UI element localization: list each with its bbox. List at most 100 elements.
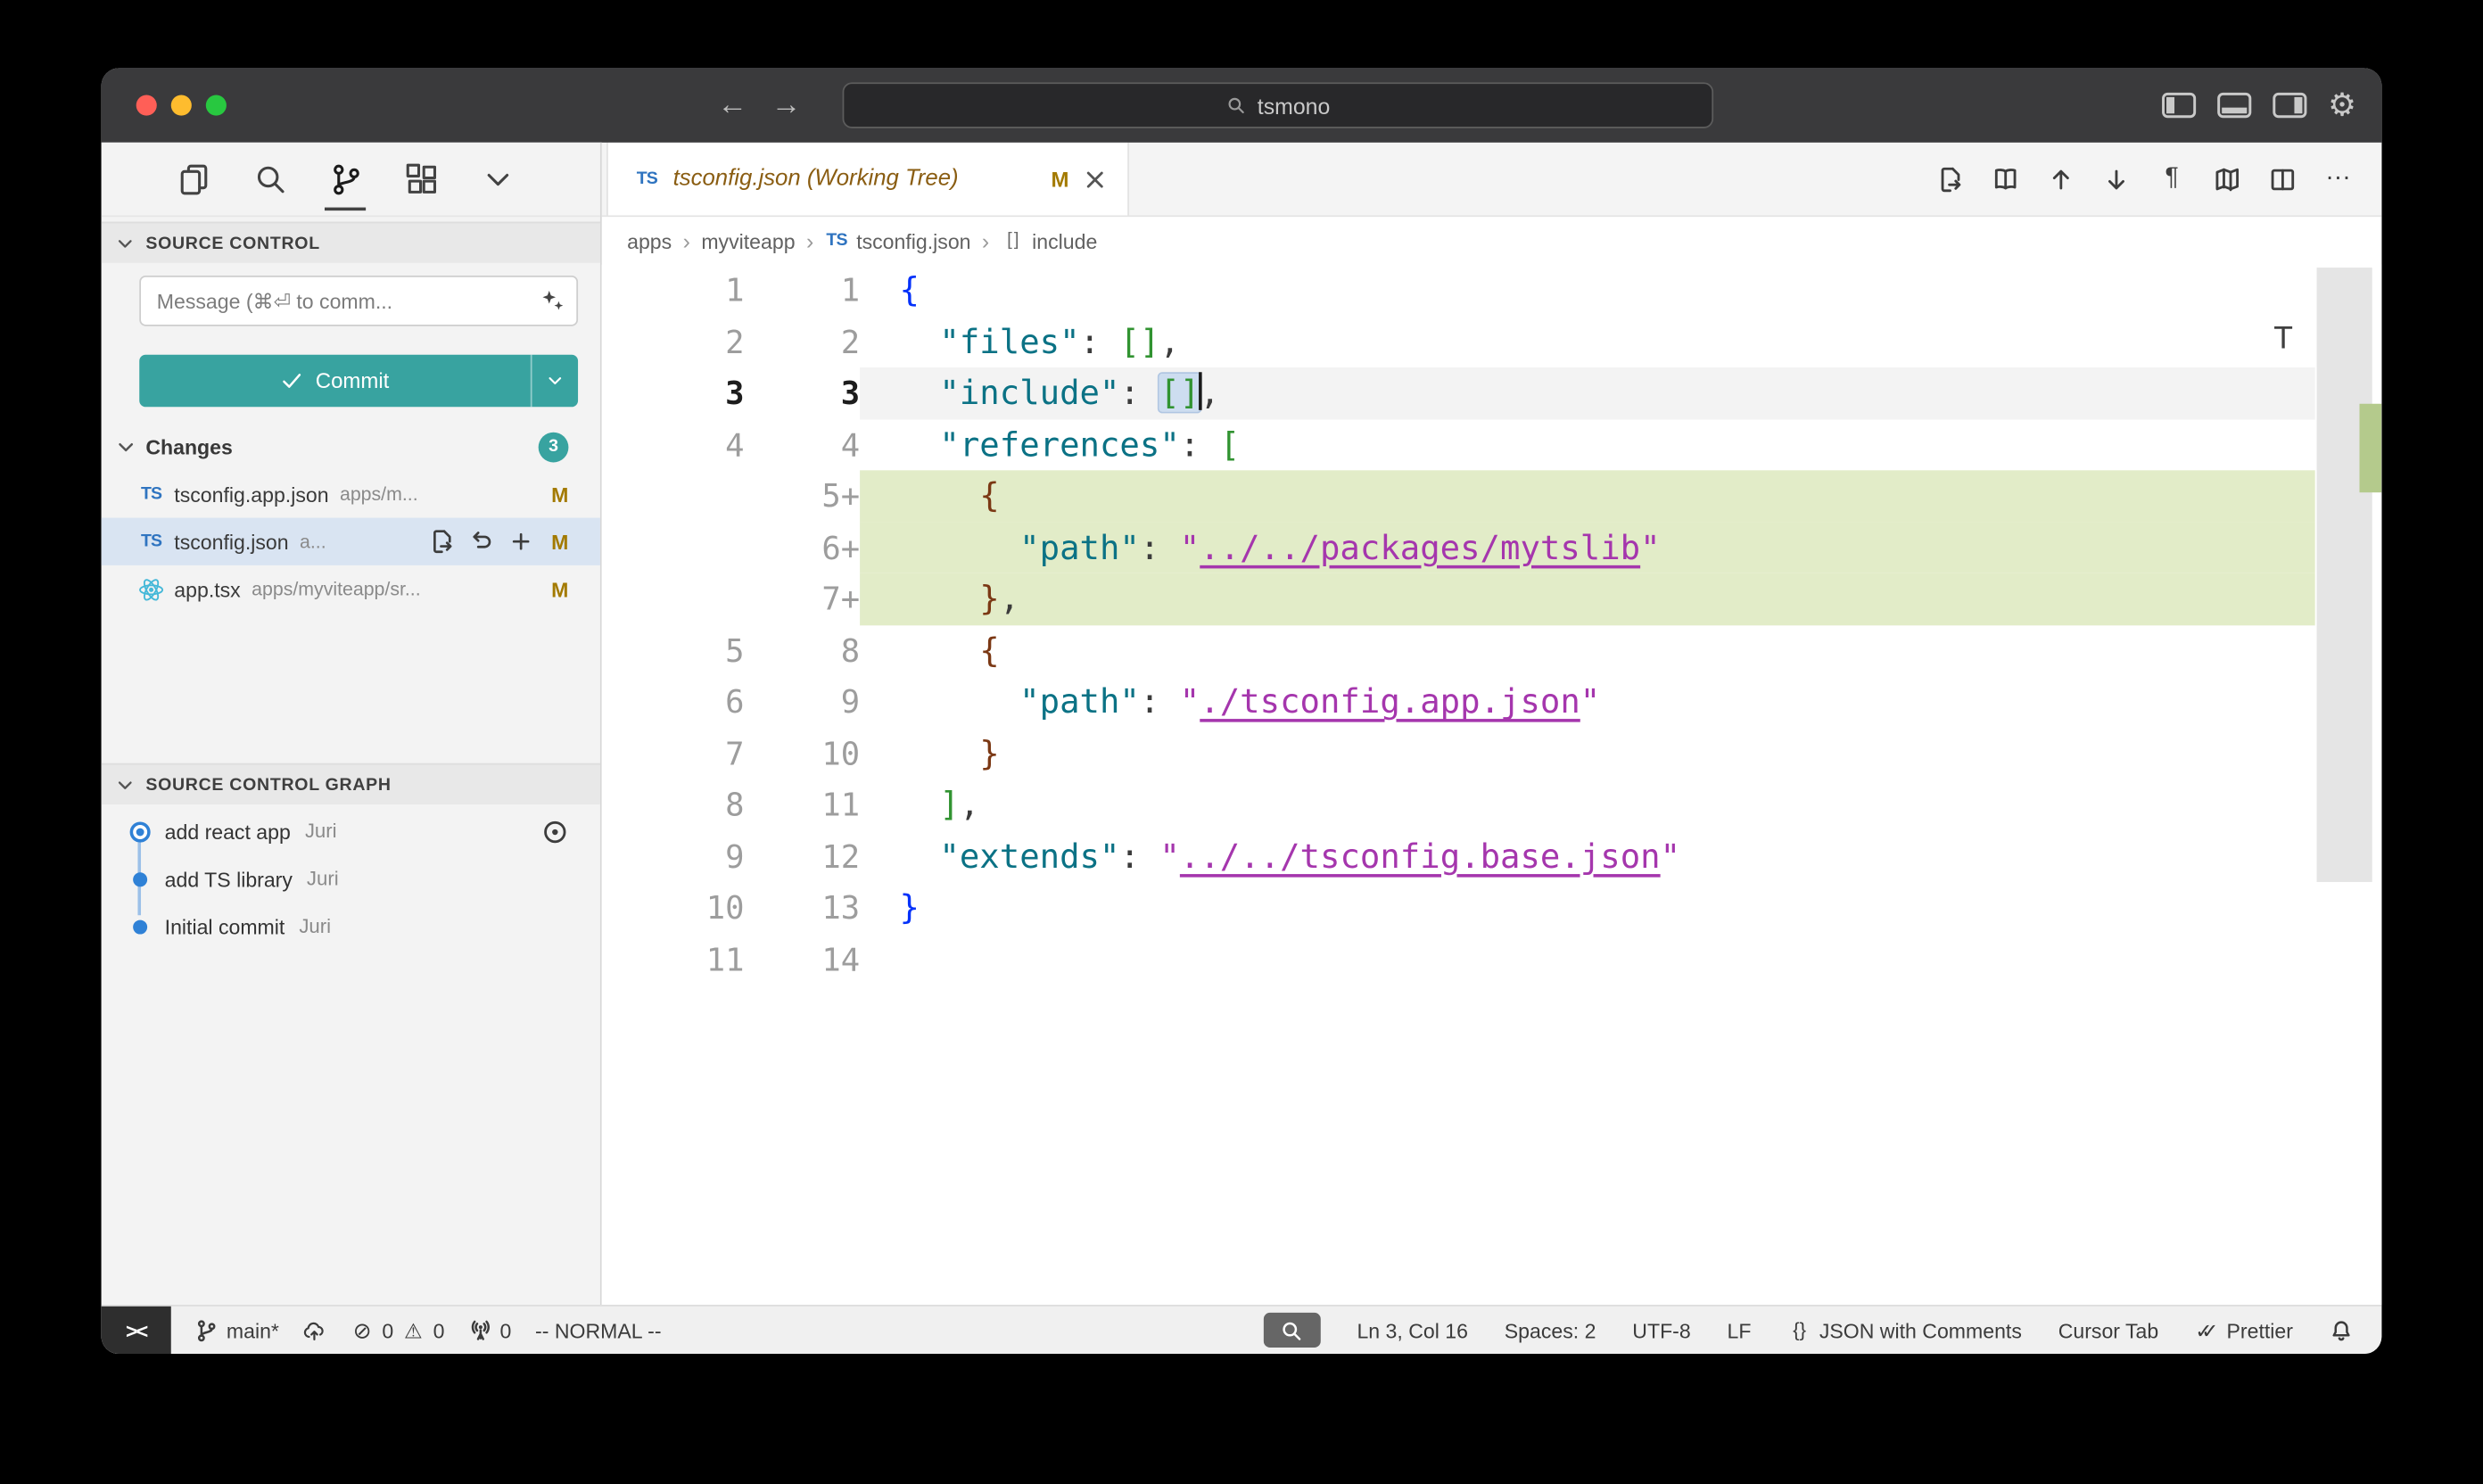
cursor-position[interactable]: Ln 3, Col 16 [1357, 1307, 1467, 1354]
branch-status[interactable]: main* [194, 1307, 279, 1354]
code-line-10[interactable]: 710 } [602, 728, 2315, 779]
breadcrumb-item-tsconfig.json[interactable]: TStsconfig.json [825, 229, 971, 253]
code-line-5+[interactable]: 5+ { [602, 470, 2315, 522]
extensions-icon [403, 161, 440, 197]
code-line-8[interactable]: 58 { [602, 624, 2315, 676]
stage-icon[interactable] [508, 529, 533, 554]
sparkle-icon[interactable] [540, 288, 565, 313]
branch-icon [194, 1318, 219, 1342]
go-to-file-icon[interactable] [429, 529, 454, 554]
titlebar: ← → tsmono ⚙ [102, 68, 2382, 142]
publish-status[interactable] [303, 1307, 327, 1354]
breadcrumb-item-apps[interactable]: apps [627, 229, 672, 253]
whitespace-toggle-button[interactable]: ¶ [2148, 155, 2197, 202]
typescript-file-icon: TS [633, 166, 660, 193]
original-line-number: 10 [602, 882, 745, 934]
chevron-down-icon [545, 370, 565, 391]
code-line-13[interactable]: 1013} [602, 882, 2315, 934]
change-item-app.tsx[interactable]: app.tsxapps/myviteapp/sr...M [102, 565, 600, 613]
breadcrumb-item-include[interactable]: [ ]include [1001, 229, 1098, 253]
code-line-1[interactable]: 11{ [602, 265, 2315, 317]
more-actions-button[interactable]: ··· [2314, 155, 2363, 202]
code-line-3[interactable]: 33 "include": [], [602, 367, 2315, 419]
code-line-2[interactable]: 22 "files": [], [602, 316, 2315, 367]
map-icon [2214, 166, 2240, 193]
code-line-6+[interactable]: 6+ "path": "../../packages/mytslib" [602, 522, 2315, 573]
formatter[interactable]: ✓✓Prettier [2195, 1307, 2293, 1354]
modified-line-number: 14 [744, 934, 860, 985]
toggle-sidebar-right-icon[interactable] [2273, 92, 2307, 119]
commit-message-input[interactable] [139, 276, 578, 326]
tower-icon [468, 1318, 492, 1342]
previous-change-button[interactable] [2036, 155, 2085, 202]
eol[interactable]: LF [1728, 1307, 1752, 1354]
zoom-indicator[interactable] [1264, 1313, 1321, 1348]
modified-line-number: 9 [744, 676, 860, 728]
problems-status[interactable]: ⊘0⚠0 [351, 1307, 445, 1354]
modified-line-number: 12 [744, 830, 860, 882]
commit-item[interactable]: add TS libraryJuri [102, 855, 600, 903]
change-item-tsconfig.app.json[interactable]: TStsconfig.app.jsonapps/m...M [102, 470, 600, 517]
cursor-tab[interactable]: Cursor Tab [2058, 1307, 2158, 1354]
activity-item-source-control[interactable] [314, 147, 377, 210]
code-line-11[interactable]: 811 ], [602, 779, 2315, 831]
minimize-button[interactable] [171, 95, 192, 116]
file-path: apps/m... [340, 483, 549, 506]
commit-item[interactable]: add react appJuri [102, 808, 600, 855]
code-line-14[interactable]: 1114 [602, 934, 2315, 985]
code-line-4[interactable]: 44 "references": [ [602, 419, 2315, 471]
toggle-panel-bottom-icon[interactable] [2217, 92, 2252, 119]
forward-icon[interactable]: → [771, 90, 802, 120]
code-line-7+[interactable]: 7+ }, [602, 573, 2315, 625]
modified-line-number: 2 [744, 316, 860, 367]
commit-dropdown-button[interactable] [531, 355, 578, 408]
open-file-button[interactable] [1926, 155, 1975, 202]
activity-item-more-views[interactable] [466, 147, 529, 210]
modified-line-number: 6+ [744, 522, 860, 573]
commit-item[interactable]: Initial commitJuri [102, 903, 600, 950]
close-button[interactable] [136, 95, 157, 116]
commit-author: Juri [299, 915, 568, 937]
toggle-sidebar-left-icon[interactable] [2162, 92, 2197, 119]
accessible-diff-button[interactable] [1981, 155, 2030, 202]
changes-section-header[interactable]: Changes 3 [102, 425, 600, 469]
vim-mode[interactable]: -- NORMAL -- [535, 1307, 661, 1354]
split-icon [2269, 166, 2296, 193]
remote-indicator[interactable]: >< [102, 1307, 171, 1354]
discard-icon[interactable] [469, 529, 494, 554]
encoding[interactable]: UTF-8 [1632, 1307, 1690, 1354]
activity-item-explorer[interactable] [161, 147, 225, 210]
modified-line-number: 4 [744, 419, 860, 471]
split-editor-button[interactable] [2258, 155, 2307, 202]
fullscreen-button[interactable] [206, 95, 227, 116]
settings-gear-icon[interactable]: ⚙ [2328, 89, 2356, 121]
change-item-tsconfig.json[interactable]: TStsconfig.jsona...M [102, 518, 600, 565]
ports-status[interactable]: 0 [468, 1307, 511, 1354]
target-icon[interactable] [541, 818, 568, 845]
code-line-12[interactable]: 912 "extends": "../../tsconfig.base.json… [602, 830, 2315, 882]
code-editor[interactable]: 11{22 "files": [],33 "include": [],44 "r… [602, 265, 2382, 1306]
minimap[interactable] [2315, 265, 2382, 1306]
commit-button[interactable]: Commit [139, 355, 578, 408]
next-change-button[interactable] [2091, 155, 2141, 202]
indentation[interactable]: Spaces: 2 [1505, 1307, 1596, 1354]
tab-tsconfig-working-tree[interactable]: TS tsconfig.json (Working Tree) M [606, 143, 1129, 216]
code-line-9[interactable]: 69 "path": "./tsconfig.app.json" [602, 676, 2315, 728]
activity-item-search[interactable] [237, 147, 301, 210]
activity-item-extensions[interactable] [390, 147, 453, 210]
language-mode[interactable]: {}JSON with Comments [1787, 1307, 2022, 1354]
source-control-header[interactable]: SOURCE CONTROL [102, 222, 600, 263]
source-control-graph-header[interactable]: SOURCE CONTROL GRAPH [102, 763, 600, 804]
command-center-search[interactable]: tsmono [843, 82, 1714, 128]
notifications[interactable] [2330, 1307, 2354, 1354]
editor-group: TS tsconfig.json (Working Tree) M ¶ ··· a… [602, 143, 2382, 1305]
original-line-number: 11 [602, 934, 745, 985]
close-tab-icon[interactable] [1082, 166, 1109, 193]
breadcrumb-item-myviteapp[interactable]: myviteapp [701, 229, 795, 253]
sidebar: SOURCE CONTROL Commit [102, 143, 602, 1305]
minimap-slider[interactable] [2317, 268, 2372, 882]
back-icon[interactable]: ← [717, 90, 747, 120]
minimap-toggle-button[interactable] [2203, 155, 2252, 202]
modified-line-number: 13 [744, 882, 860, 934]
commit-dot-icon [128, 871, 153, 886]
